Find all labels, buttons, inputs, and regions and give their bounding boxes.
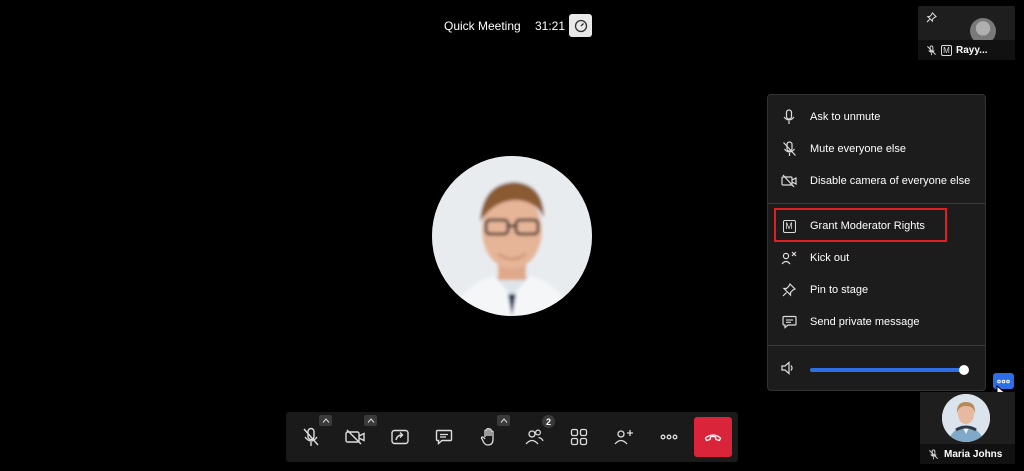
avatar [942,394,990,442]
menu-item-send-private-message[interactable]: Send private message [768,306,985,338]
connection-quality-button[interactable] [569,14,592,37]
add-user-icon [614,430,633,445]
microphone-icon [780,108,798,126]
volume-slider-handle[interactable] [958,365,969,375]
pin-icon[interactable] [926,12,937,23]
volume-slider-fill [810,368,964,372]
menu-item-label: Send private message [810,316,920,328]
share-screen-icon [391,429,409,445]
menu-item-label: Kick out [810,252,850,264]
mic-off-icon [929,448,938,459]
mic-off-icon [780,140,798,158]
menu-item-disable-camera[interactable]: Disable camera of everyone else [768,165,985,197]
camera-off-icon [780,172,798,190]
chat-button[interactable] [427,420,461,454]
kick-user-icon [780,249,798,267]
more-icon [660,434,678,440]
participant-name-bar: Maria Johns [920,444,1015,464]
more-options-button[interactable] [652,420,686,454]
volume-control [768,353,985,385]
pin-icon [780,281,798,299]
menu-item-kick-out[interactable]: Kick out [768,242,985,274]
raise-hand-icon [480,427,494,446]
participants-count-badge: 2 [542,415,555,428]
menu-item-ask-to-unmute[interactable]: Ask to unmute [768,101,985,133]
highlight-box [774,208,947,242]
menu-divider [768,345,985,346]
menu-item-pin-to-stage[interactable]: Pin to stage [768,274,985,306]
mic-options-button[interactable] [319,415,332,426]
meeting-title: Quick Meeting [444,19,521,33]
camera-options-button[interactable] [364,415,377,426]
chevron-up-icon [500,418,507,423]
grid-view-icon [570,428,588,446]
menu-item-label: Mute everyone else [810,143,906,155]
speaker-volume-icon [780,360,796,376]
menu-item-label: Pin to stage [810,284,869,296]
invite-participant-button[interactable] [607,420,641,454]
reactions-options-button[interactable] [497,415,510,426]
meeting-toolbar: 2 [286,412,738,462]
mic-off-icon [927,44,936,55]
participant-name: Rayy... [956,44,988,56]
volume-slider[interactable] [810,365,969,375]
participant-context-menu: Ask to unmute Mute everyone else Disable… [767,94,986,391]
participant-name: Maria Johns [944,448,1003,460]
participant-name-bar: M Rayy... [918,40,1015,60]
camera-off-icon [345,429,365,445]
chat-icon [780,313,798,331]
share-screen-button[interactable] [383,420,417,454]
more-icon [997,379,1010,383]
menu-item-label: Ask to unmute [810,111,881,123]
participants-icon [525,429,544,445]
end-call-icon [704,434,722,442]
chat-icon [435,429,453,445]
speaker-avatar [432,156,592,316]
speedometer-icon [574,19,587,32]
menu-item-mute-everyone[interactable]: Mute everyone else [768,133,985,165]
moderator-badge: M [941,44,952,56]
participant-tile-bottom[interactable]: Maria Johns [920,392,1015,464]
mic-off-icon [303,427,319,446]
chevron-up-icon [367,418,374,423]
menu-item-label: Disable camera of everyone else [810,175,971,187]
meeting-header: Quick Meeting 31:21 [0,12,1024,40]
meeting-timer: 31:21 [535,19,566,33]
grid-view-button[interactable] [562,420,596,454]
menu-divider [768,203,985,204]
participant-tile-top[interactable]: M Rayy... [918,6,1015,60]
end-call-button[interactable] [694,417,732,457]
chevron-up-icon [322,418,329,423]
